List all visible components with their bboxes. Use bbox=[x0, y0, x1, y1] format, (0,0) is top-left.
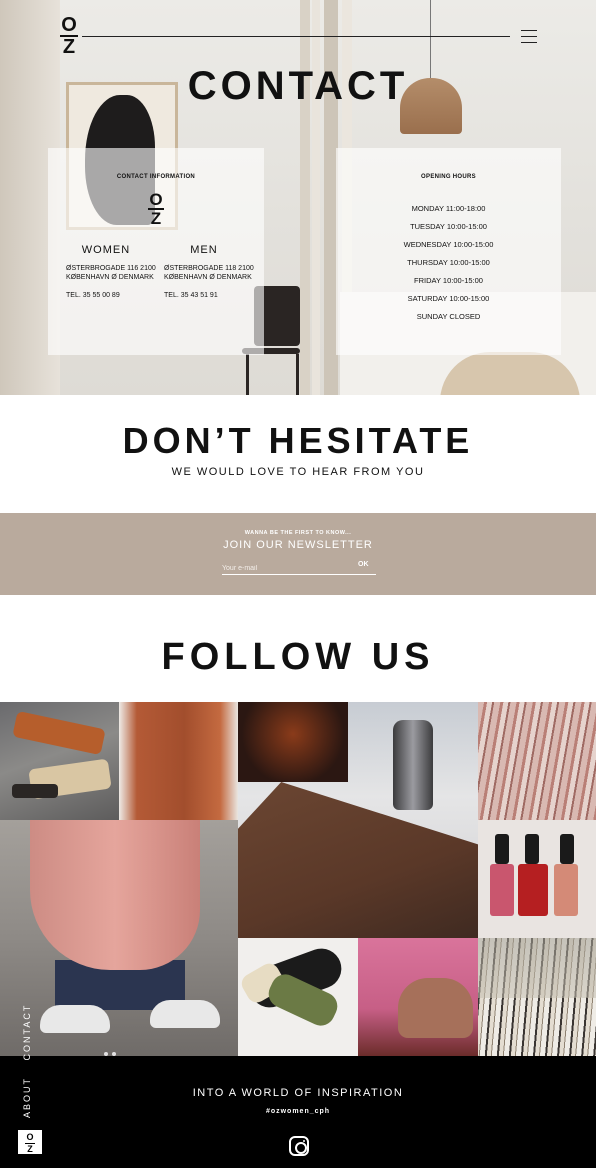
contact-info-panel: CONTACT INFORMATION O Z WOMEN ØSTERBROGA… bbox=[48, 148, 264, 355]
hours-row: FRIDAY 10:00-15:00 bbox=[414, 276, 483, 285]
hours-row: SATURDAY 10:00-15:00 bbox=[407, 294, 490, 303]
instagram-icon[interactable] bbox=[289, 1136, 309, 1156]
email-field-underline bbox=[222, 574, 376, 575]
hours-row: THURSDAY 10:00-15:00 bbox=[407, 258, 490, 267]
newsletter-kicker: WANNA BE THE FIRST TO KNOW... bbox=[244, 530, 352, 536]
newsletter-submit-button[interactable]: OK bbox=[358, 561, 369, 568]
men-heading: MEN bbox=[190, 244, 218, 256]
newsletter-title: JOIN OUR NEWSLETTER bbox=[223, 539, 373, 551]
hours-row: MONDAY 11:00-18:00 bbox=[411, 204, 486, 213]
footer-hashtag[interactable]: #ozwomen_cph bbox=[0, 1108, 596, 1115]
gallery-image-pink-coat[interactable] bbox=[0, 820, 238, 1056]
men-address: ØSTERBROGADE 118 2100 KØBENHAVN Ø DENMAR… bbox=[164, 265, 254, 281]
opening-hours-list: MONDAY 11:00-18:00 TUESDAY 10:00-15:00 W… bbox=[336, 200, 561, 326]
opening-hours-title: OPENING HOURS bbox=[421, 174, 476, 180]
email-field[interactable] bbox=[222, 562, 357, 574]
hours-row: TUESDAY 10:00-15:00 bbox=[410, 222, 487, 231]
panel-logo: O Z bbox=[148, 190, 164, 228]
hero-section: O Z CONTACT CONTACT INFORMATION O Z WOME… bbox=[0, 0, 596, 395]
opening-hours-panel: OPENING HOURS MONDAY 11:00-18:00 TUESDAY… bbox=[336, 148, 561, 355]
site-logo[interactable]: O Z bbox=[60, 15, 78, 57]
footer: INTO A WORLD OF INSPIRATION #ozwomen_cph… bbox=[0, 1056, 596, 1168]
gallery-image-pink-sweater-bag[interactable] bbox=[358, 938, 478, 1056]
gallery-image-sandals[interactable] bbox=[0, 702, 119, 820]
gallery-image-slides[interactable] bbox=[238, 938, 358, 1056]
men-phone[interactable]: TEL. 35 43 51 91 bbox=[164, 292, 254, 299]
gallery-image-striped-dress[interactable] bbox=[478, 938, 596, 1056]
men-store-info: MEN ØSTERBROGADE 118 2100 KØBENHAVN Ø DE… bbox=[164, 244, 254, 299]
hours-row: SUNDAY CLOSED bbox=[416, 312, 481, 321]
header-divider bbox=[82, 36, 510, 37]
instagram-gallery bbox=[0, 702, 596, 1056]
footer-logo[interactable]: O Z bbox=[18, 1130, 42, 1154]
newsletter-section: WANNA BE THE FIRST TO KNOW... JOIN OUR N… bbox=[0, 513, 596, 595]
hesitate-title: DON’T HESITATE bbox=[122, 420, 474, 461]
side-nav: ABOUT CONTACT bbox=[22, 992, 32, 1118]
women-heading: WOMEN bbox=[81, 244, 131, 256]
contact-info-title: CONTACT INFORMATION bbox=[116, 174, 196, 180]
follow-us-title: FOLLOW US bbox=[161, 636, 435, 678]
gallery-image-paisley-skirt[interactable] bbox=[478, 702, 596, 820]
side-nav-contact[interactable]: CONTACT bbox=[22, 1004, 32, 1061]
footer-title: INTO A WORLD OF INSPIRATION bbox=[192, 1087, 404, 1099]
gallery-image-still-life[interactable] bbox=[238, 702, 478, 938]
hesitate-subtitle: WE WOULD LOVE TO HEAR FROM YOU bbox=[171, 466, 425, 478]
women-phone[interactable]: TEL. 35 55 00 89 bbox=[66, 292, 156, 299]
page-title: CONTACT bbox=[187, 64, 409, 108]
hours-row: WEDNESDAY 10:00-15:00 bbox=[403, 240, 494, 249]
women-address: ØSTERBROGADE 116 2100 KØBENHAVN Ø DENMAR… bbox=[66, 265, 156, 281]
hamburger-menu-icon[interactable] bbox=[521, 30, 537, 43]
side-nav-about[interactable]: ABOUT bbox=[22, 1077, 32, 1118]
women-store-info: WOMEN ØSTERBROGADE 116 2100 KØBENHAVN Ø … bbox=[66, 244, 156, 299]
gallery-image-nail-polish[interactable] bbox=[478, 820, 596, 938]
hesitate-section: DON’T HESITATE WE WOULD LOVE TO HEAR FRO… bbox=[0, 395, 596, 513]
gallery-image-rust-dress[interactable] bbox=[119, 702, 238, 820]
